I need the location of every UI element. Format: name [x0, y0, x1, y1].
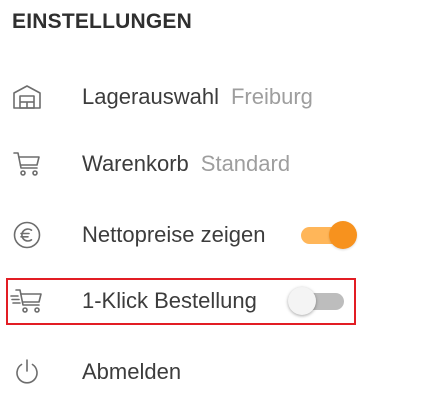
settings-item-cart[interactable]: Warenkorb Standard [0, 142, 439, 186]
one-click-order-label: 1-Klick Bestellung [82, 288, 257, 313]
warehouse-label: Lagerauswahl Freiburg [82, 84, 313, 109]
toggle-knob [329, 221, 357, 249]
warehouse-value: Freiburg [230, 84, 313, 109]
euro-icon [10, 218, 44, 252]
toggle-knob [288, 287, 316, 315]
logout-label: Abmelden [82, 359, 182, 384]
fast-cart-icon [10, 284, 44, 318]
settings-item-warehouse[interactable]: Lagerauswahl Freiburg [0, 75, 439, 119]
settings-item-one-click-order[interactable]: 1-Klick Bestellung [0, 279, 439, 323]
settings-item-logout[interactable]: Abmelden [0, 350, 439, 394]
net-prices-toggle[interactable] [299, 220, 357, 250]
cart-value: Standard [200, 151, 291, 176]
cart-label: Warenkorb Standard [82, 151, 291, 176]
power-icon [10, 355, 44, 389]
settings-item-net-prices[interactable]: Nettopreise zeigen [0, 213, 439, 257]
cart-icon [10, 147, 44, 181]
net-prices-label: Nettopreise zeigen [82, 222, 266, 247]
one-click-order-toggle[interactable] [288, 286, 346, 316]
warehouse-icon [10, 80, 44, 114]
settings-title: EINSTELLUNGEN [12, 10, 192, 33]
